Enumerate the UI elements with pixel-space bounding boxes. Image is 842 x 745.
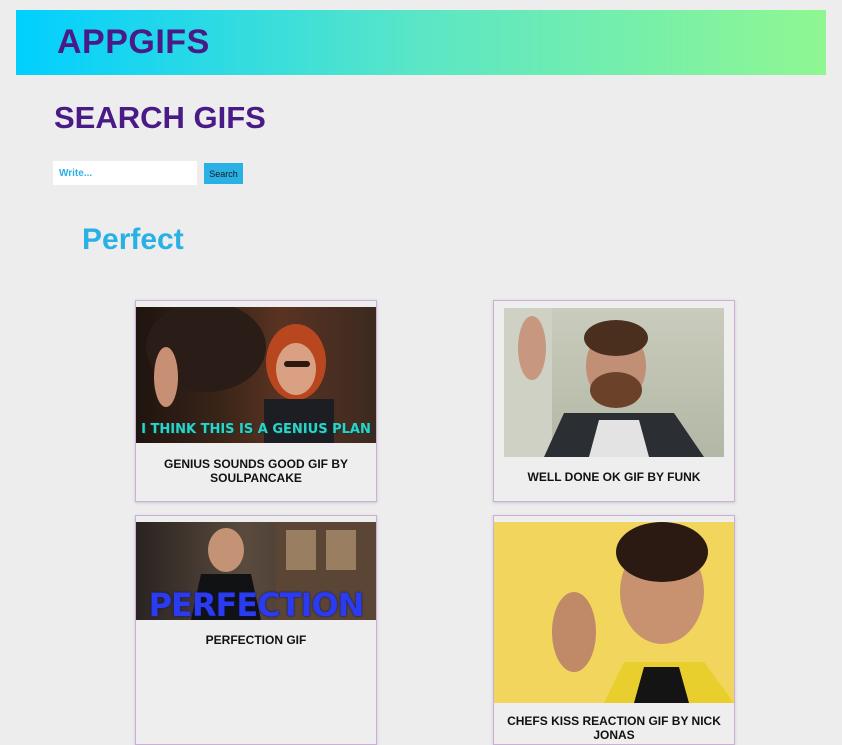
gif-card[interactable]: PERFECTION PERFECTION GIF [135,515,377,745]
gif-card[interactable]: I THINK THIS IS A GENIUS PLAN GENIUS SOU… [135,300,377,502]
search-button[interactable]: Search [204,163,243,184]
gif-overlay-text: PERFECTION [148,586,365,620]
search-input[interactable] [53,161,197,185]
gif-title: CHEFS KISS REACTION GIF BY NICK JONAS [507,714,721,742]
app-title: APPGIFS [57,23,210,61]
gif-image[interactable]: PERFECTION [136,522,376,620]
gif-image[interactable]: I THINK THIS IS A GENIUS PLAN [136,307,376,443]
gif-card[interactable]: CHEFS KISS REACTION GIF BY NICK JONAS [493,515,735,745]
gif-title: WELL DONE OK GIF BY FUNK [527,470,701,484]
gif-title: PERFECTION GIF [205,633,307,647]
gif-illustration [552,522,734,703]
gif-image[interactable] [494,522,734,703]
app-header: APPGIFS [16,10,826,75]
page-title: SEARCH GIFS [54,100,266,135]
gif-title: GENIUS SOUNDS GOOD GIF BY SOULPANCAKE [163,457,349,485]
results-heading: Perfect [82,223,184,256]
gif-card[interactable]: WELL DONE OK GIF BY FUNK [493,300,735,502]
gif-overlay-text: I THINK THIS IS A GENIUS PLAN [141,422,371,437]
gif-illustration [504,308,704,457]
gif-image[interactable] [504,308,724,457]
